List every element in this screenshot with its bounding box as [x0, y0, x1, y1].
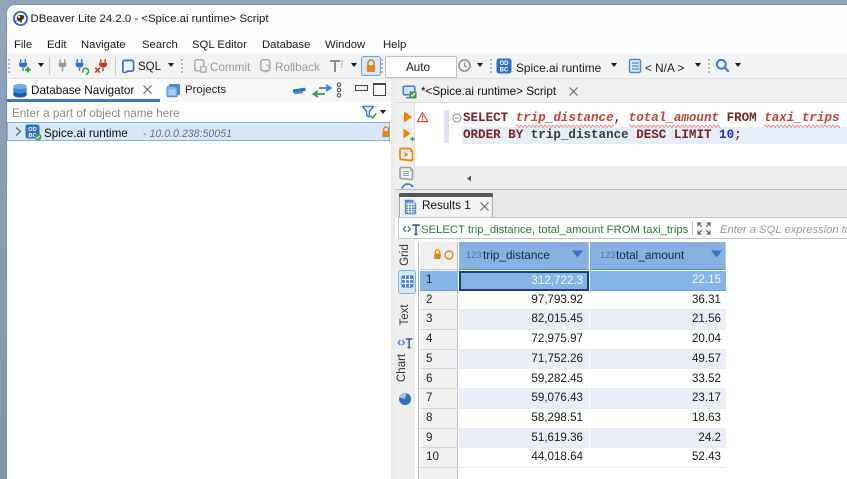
svg-text:OD: OD — [500, 61, 510, 67]
svg-text:BC: BC — [500, 68, 509, 74]
svg-text:OD: OD — [28, 126, 36, 132]
